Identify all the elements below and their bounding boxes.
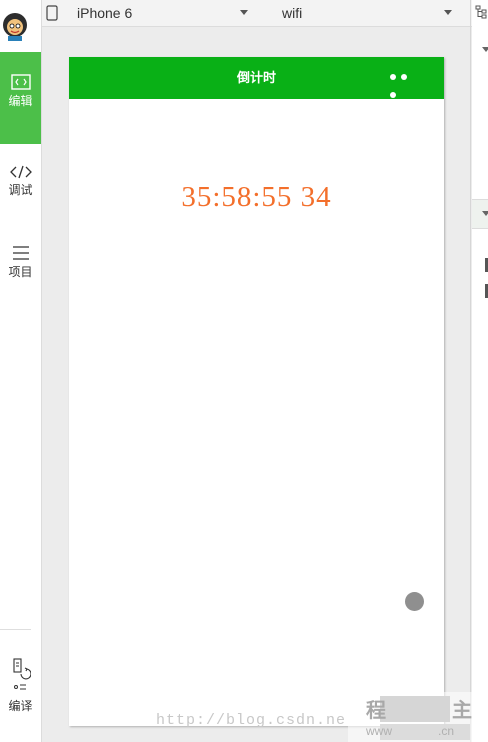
watermark-bar	[380, 696, 450, 722]
sidebar-divider	[0, 629, 31, 630]
chevron-down-icon[interactable]	[240, 10, 248, 15]
home-button[interactable]	[405, 592, 424, 611]
navigation-bar: 倒计时	[69, 57, 444, 99]
chevron-down-icon[interactable]	[482, 47, 488, 52]
watermark-brand: 程	[366, 700, 386, 722]
watermark-brand: 主	[452, 700, 472, 722]
sidebar: 编辑 调试 项目 编译	[0, 0, 42, 742]
device-select[interactable]: iPhone 6	[77, 5, 132, 21]
sidebar-item-compile[interactable]: 编译	[0, 657, 41, 713]
chevron-down-icon[interactable]	[444, 10, 452, 15]
sidebar-item-label: 编辑	[8, 94, 33, 108]
phone-simulator: 倒计时 35:58:55 34	[69, 57, 444, 726]
more-options-icon[interactable]	[390, 72, 422, 98]
code-brackets-icon	[9, 165, 32, 179]
phone-device-icon	[46, 5, 58, 21]
sidebar-item-label: 调试	[8, 183, 33, 197]
sidebar-item-label: 项目	[8, 265, 33, 279]
right-panel	[472, 0, 488, 742]
hamburger-menu-icon	[12, 246, 29, 260]
sidebar-item-label: 编译	[8, 699, 33, 713]
simulator-toolbar: iPhone 6 wifi	[42, 0, 472, 27]
watermark-sub: .cn	[438, 724, 455, 738]
devtools-window: 编辑 调试 项目 编译 iPhone 6 wifi 倒计时 35:58:55 3…	[0, 0, 488, 742]
watermark-bar	[380, 724, 470, 740]
countdown-timer: 35:58:55 34	[181, 181, 332, 213]
page-title: 倒计时	[236, 70, 276, 85]
sidebar-item-debug[interactable]: 调试	[0, 165, 41, 197]
watermark-sub: www	[366, 724, 392, 738]
compile-icon	[12, 658, 31, 690]
network-select[interactable]: wifi	[282, 5, 302, 21]
avatar[interactable]	[2, 11, 28, 41]
sidebar-item-project[interactable]: 项目	[0, 245, 41, 279]
panel-divider[interactable]	[470, 0, 471, 742]
watermark-url: http://blog.csdn.ne	[156, 712, 347, 729]
code-box-icon	[10, 74, 31, 90]
tree-icon[interactable]	[475, 5, 487, 19]
panel-section-header[interactable]	[472, 199, 488, 229]
chevron-down-icon[interactable]	[482, 211, 488, 216]
sidebar-item-edit[interactable]: 编辑	[0, 52, 41, 144]
